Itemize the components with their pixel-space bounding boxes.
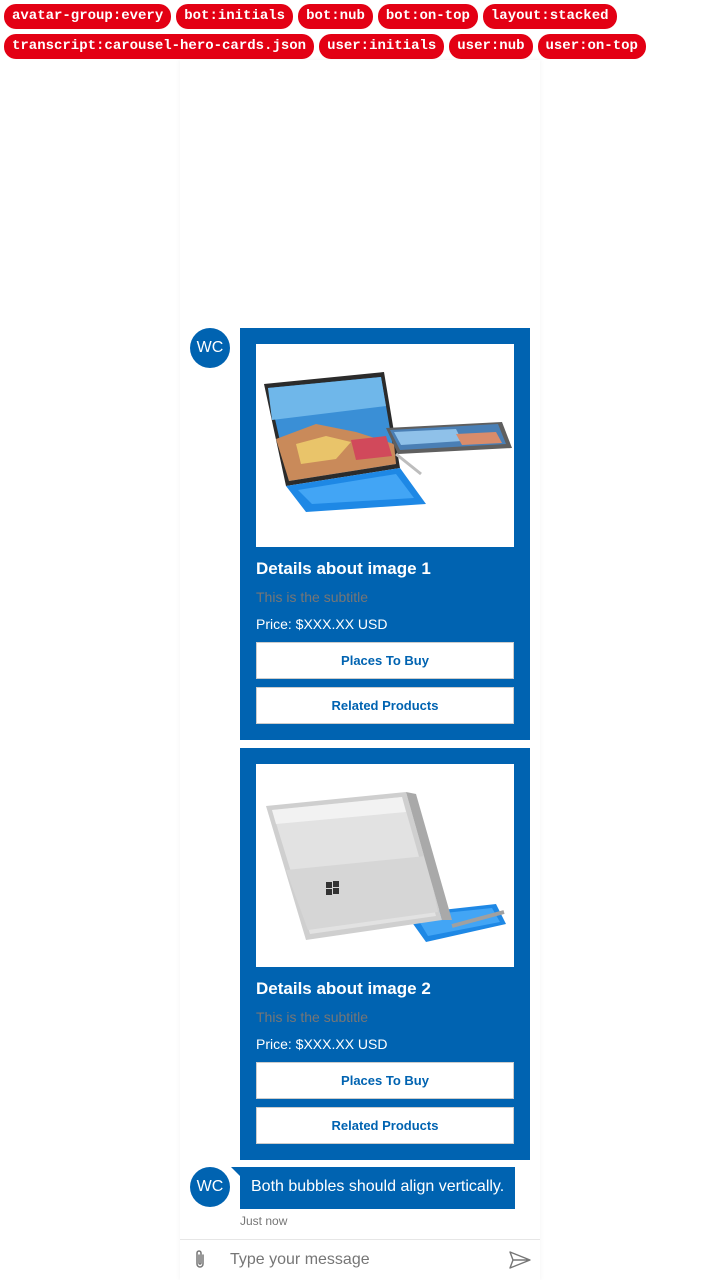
related-products-button[interactable]: Related Products bbox=[256, 687, 514, 724]
card-subtitle: This is the subtitle bbox=[256, 589, 369, 605]
bot-avatar: WC bbox=[190, 1167, 230, 1207]
card-image[interactable] bbox=[256, 764, 514, 967]
test-tags: avatar-group:every bot:initials bot:nub … bbox=[4, 4, 704, 64]
paperclip-icon[interactable] bbox=[180, 1240, 220, 1280]
tag-row-1: avatar-group:every bot:initials bot:nub … bbox=[4, 4, 704, 29]
card-price: Price: $XXX.XX USD bbox=[256, 616, 388, 632]
tag: transcript:carousel-hero-cards.json bbox=[4, 34, 315, 59]
card-title: Details about image 2 bbox=[256, 979, 431, 998]
message-input[interactable] bbox=[220, 1241, 500, 1279]
hero-card: Details about image 2 This is the subtit… bbox=[240, 748, 530, 1160]
bubble-nub bbox=[231, 1167, 240, 1176]
hero-card: Details about image 1 This is the subtit… bbox=[240, 328, 530, 740]
message-timestamp: Just now bbox=[240, 1214, 288, 1228]
tag: bot:on-top bbox=[377, 4, 478, 29]
send-icon[interactable] bbox=[500, 1240, 540, 1280]
tag: bot:initials bbox=[176, 4, 294, 29]
card-image[interactable] bbox=[256, 344, 514, 547]
tag: user:on-top bbox=[537, 34, 646, 59]
chat-transcript: WC Details about image 1 This is the sub… bbox=[180, 60, 540, 1280]
tag: layout:stacked bbox=[482, 4, 617, 29]
related-products-button[interactable]: Related Products bbox=[256, 1107, 514, 1144]
places-to-buy-button[interactable]: Places To Buy bbox=[256, 642, 514, 679]
tag: bot:nub bbox=[298, 4, 373, 29]
card-subtitle: This is the subtitle bbox=[256, 1009, 369, 1025]
tag: avatar-group:every bbox=[4, 4, 172, 29]
tag: user:initials bbox=[319, 34, 445, 59]
bot-avatar: WC bbox=[190, 328, 230, 368]
card-title: Details about image 1 bbox=[256, 559, 431, 578]
places-to-buy-button[interactable]: Places To Buy bbox=[256, 1062, 514, 1099]
send-box bbox=[180, 1239, 540, 1280]
tag-row-2: transcript:carousel-hero-cards.json user… bbox=[4, 34, 704, 59]
message-bubble: Both bubbles should align vertically. bbox=[240, 1167, 516, 1209]
card-price: Price: $XXX.XX USD bbox=[256, 1036, 388, 1052]
tag: user:nub bbox=[449, 34, 533, 59]
